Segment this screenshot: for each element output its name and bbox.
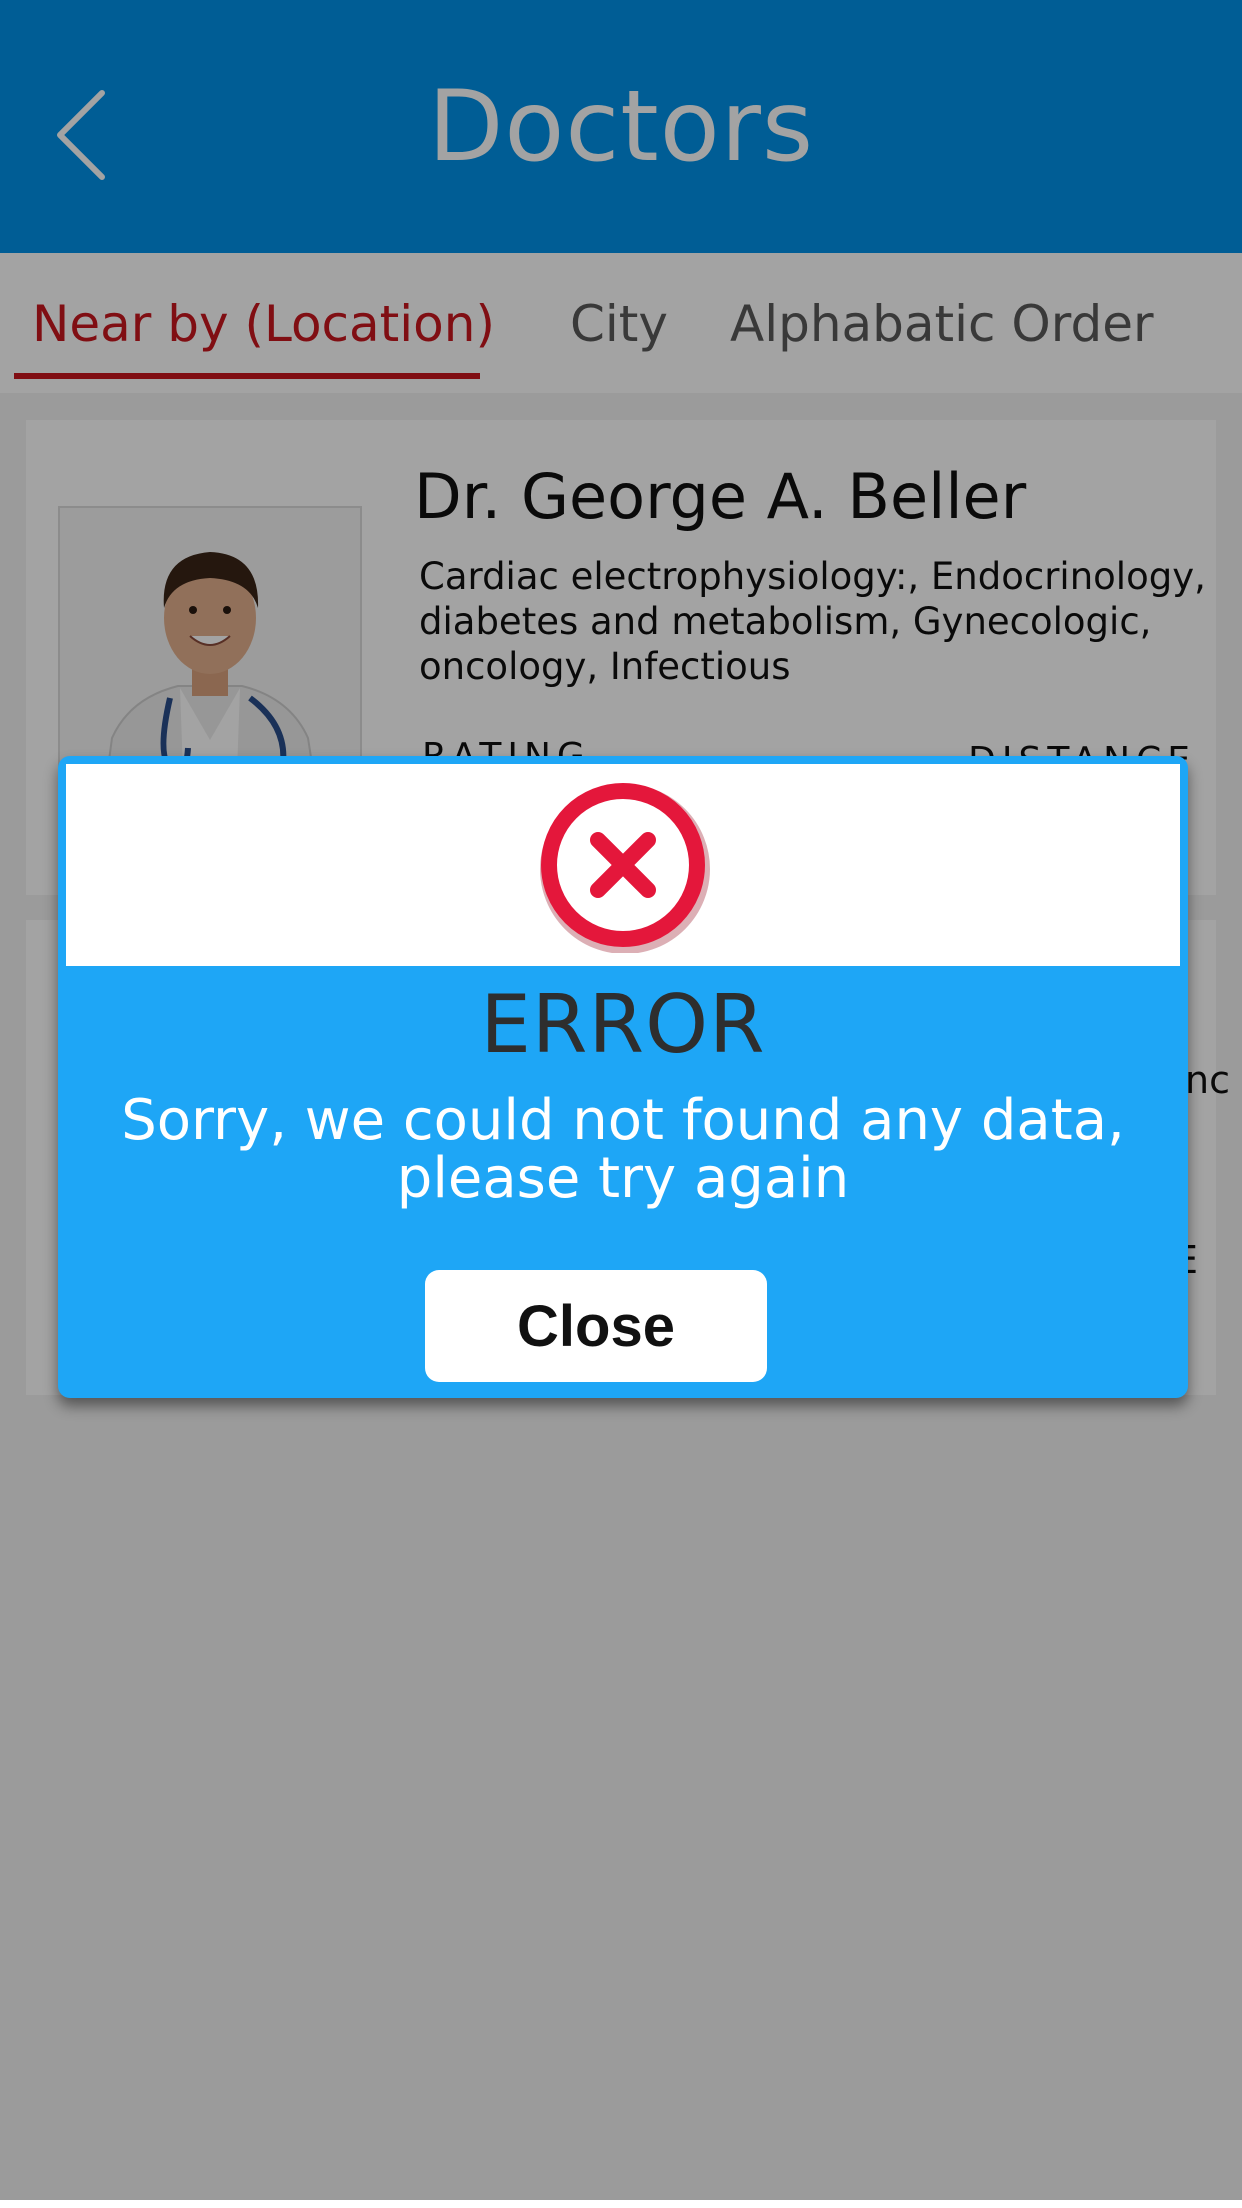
dialog-message: Sorry, we could not found any data, plea… (98, 1092, 1148, 1208)
app-screen: Doctors Near by (Location) City Alphabat… (0, 0, 1242, 2208)
error-x-icon (540, 783, 710, 953)
dialog-title: ERROR (480, 978, 766, 1071)
dialog-message-line-1: Sorry, we could not found any data, (121, 1088, 1125, 1153)
dialog-message-line-2: please try again (396, 1146, 850, 1211)
bottom-edge (0, 2200, 1242, 2208)
close-button[interactable]: Close (425, 1270, 767, 1382)
dialog-icon-area (66, 764, 1180, 966)
error-dialog: ERROR Sorry, we could not found any data… (58, 756, 1188, 1398)
